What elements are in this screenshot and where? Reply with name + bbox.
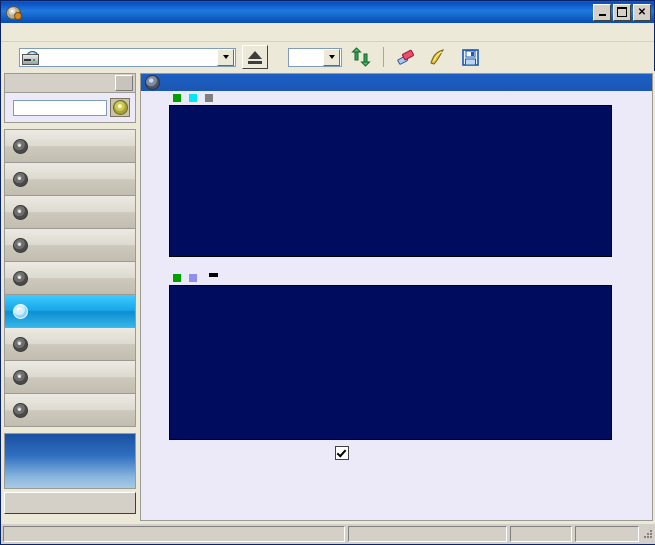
legend-top: [141, 91, 652, 105]
legend-swatch-read-speed: [189, 94, 197, 102]
menu-extra[interactable]: [47, 31, 53, 33]
minimize-button[interactable]: [593, 3, 611, 21]
toolbar: [1, 42, 654, 73]
stats-row-max: [149, 477, 333, 493]
stats-row-avg: [149, 461, 333, 477]
sidebar-item-cd-bler[interactable]: [5, 328, 135, 361]
progress-bar: [348, 526, 507, 542]
drive-select[interactable]: [19, 47, 236, 67]
legend-marker-box: [209, 273, 218, 277]
maximize-button[interactable]: [613, 3, 631, 21]
chart-bottom: [141, 285, 652, 455]
stats-area: [149, 445, 649, 517]
save-button[interactable]: [457, 45, 483, 69]
disc-verify-icon: [12, 204, 28, 220]
chart-bottom-plot: [169, 285, 612, 440]
speed-select[interactable]: [288, 47, 342, 67]
samples-row: [449, 495, 649, 511]
disc-quality-icon: [12, 303, 28, 319]
sidebar-item-extra-tests[interactable]: [5, 394, 135, 426]
refresh-button[interactable]: [348, 45, 374, 69]
disc-quality-header-icon: [145, 75, 160, 90]
jitter-checkbox[interactable]: [335, 446, 349, 460]
status-window-button[interactable]: [4, 492, 136, 514]
disc-panel-header: [5, 74, 135, 93]
status-message: [3, 526, 346, 542]
sidebar-item-drive-info[interactable]: [5, 229, 135, 262]
drive-icon: [22, 50, 39, 65]
disc-drive-icon: [12, 237, 28, 253]
chart-bottom-canvas: [170, 286, 611, 439]
legend-swatch-c1: [173, 94, 181, 102]
right-stats: [449, 445, 649, 511]
speed-select-arrow[interactable]: [323, 48, 340, 66]
stats-header-row: [149, 445, 333, 461]
position-row: [449, 479, 649, 495]
save-floppy-icon: [462, 49, 479, 66]
toolbar-separator: [383, 47, 384, 67]
app-disc-icon: [5, 4, 22, 20]
disc-label-cd-button[interactable]: [110, 98, 130, 117]
sidebar-item-transfer-rate[interactable]: [5, 130, 135, 163]
jitter-block: [335, 445, 397, 463]
status-preview-panel: [4, 433, 136, 489]
chart-top: [141, 105, 652, 271]
elapsed-time: [574, 526, 640, 542]
disc-create-icon: [12, 171, 28, 187]
gold-disc-icon: [430, 49, 445, 65]
status-bar: [1, 524, 655, 544]
disc-label-input[interactable]: [13, 99, 107, 116]
menu-help[interactable]: [67, 31, 73, 33]
stats-row-total: [149, 493, 333, 509]
disc-rows: [5, 93, 135, 122]
speed-row: [449, 445, 649, 461]
gold-disc-button[interactable]: [425, 45, 451, 69]
progress-percent: [510, 526, 572, 542]
sidebar-item-verify-test-disc[interactable]: [5, 196, 135, 229]
right-pane: [140, 73, 653, 521]
stats-grid: [149, 445, 333, 509]
chart-top-canvas: [170, 106, 611, 256]
drive-select-arrow[interactable]: [217, 48, 234, 66]
main-body: [1, 71, 655, 526]
erase-button[interactable]: [393, 45, 419, 69]
jitter-checkbox-row[interactable]: [335, 445, 397, 461]
resize-grip[interactable]: [642, 528, 654, 540]
disc-transfer-icon: [12, 138, 28, 154]
sidebar-item-disc-info[interactable]: [5, 262, 135, 295]
disc-fete-icon: [12, 369, 28, 385]
eraser-icon: [397, 49, 414, 65]
menu-file[interactable]: [7, 31, 13, 33]
disc-info-panel: [4, 73, 136, 123]
refresh-icon: [351, 47, 371, 67]
menu-bar: [1, 23, 654, 42]
menu-start-test[interactable]: [27, 31, 33, 33]
cd-icon: [112, 100, 128, 115]
legend-swatch-c2: [173, 274, 181, 282]
sidebar-item-create-test-disc[interactable]: [5, 163, 135, 196]
disc-panel-header-button[interactable]: [115, 75, 133, 91]
panel-header: [141, 74, 652, 91]
sidebar-item-fe-te[interactable]: [5, 361, 135, 394]
disc-bler-icon: [12, 336, 28, 352]
nav-list: [4, 129, 136, 427]
sidebar-item-disc-quality[interactable]: [5, 295, 135, 328]
title-bar: ✕: [1, 1, 654, 23]
app-window: ✕: [0, 0, 655, 545]
legend-bottom: [141, 271, 652, 285]
chart-top-plot: [169, 105, 612, 257]
legend-swatch-write-speed: [205, 94, 213, 102]
left-pane: [4, 73, 136, 521]
disc-info-icon: [12, 270, 28, 286]
eject-button[interactable]: [242, 45, 268, 69]
close-button[interactable]: ✕: [633, 3, 651, 21]
disc-extra-icon: [12, 402, 28, 418]
legend-swatch-jitter: [189, 274, 197, 282]
disc-label-row: [10, 98, 130, 120]
chart-top-xaxis: [169, 258, 612, 272]
window-controls: ✕: [593, 3, 652, 21]
